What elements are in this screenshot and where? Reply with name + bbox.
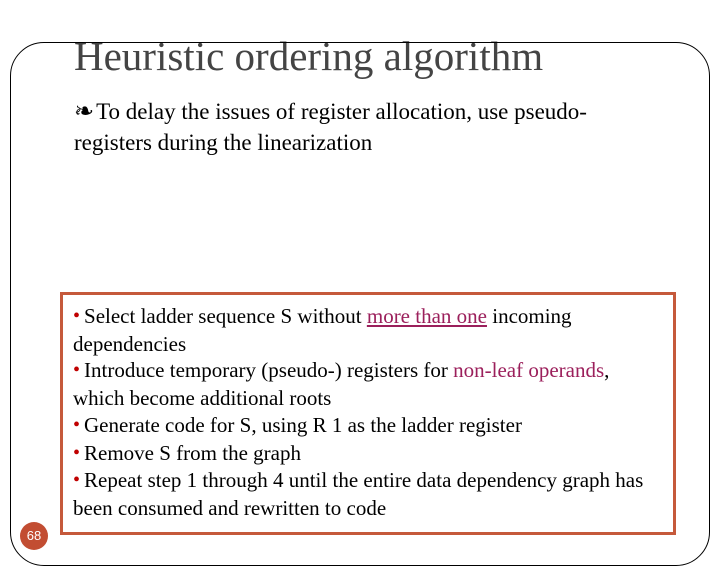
bullet-icon: • bbox=[73, 359, 80, 381]
slide-number-badge: 68 bbox=[20, 522, 48, 550]
step-2-prefix: Introduce temporary (pseudo-) registers … bbox=[84, 358, 453, 382]
step-5-text: Repeat step 1 through 4 until the entire… bbox=[73, 468, 643, 520]
bullet-icon: • bbox=[73, 469, 80, 491]
bullet-icon: • bbox=[73, 305, 80, 327]
step-1-prefix: Select ladder sequence S without bbox=[84, 304, 367, 328]
steps-box: •Select ladder sequence S without more t… bbox=[60, 292, 676, 535]
step-3-text: Generate code for S, using R 1 as the la… bbox=[84, 413, 522, 437]
step-4-text: Remove S from the graph bbox=[84, 441, 301, 465]
step-2-highlight: non-leaf operands bbox=[453, 358, 604, 382]
bullet-icon: • bbox=[73, 442, 80, 464]
step-1: •Select ladder sequence S without more t… bbox=[73, 303, 663, 357]
step-3: •Generate code for S, using R 1 as the l… bbox=[73, 412, 663, 440]
step-4: •Remove S from the graph bbox=[73, 440, 663, 468]
step-5: •Repeat step 1 through 4 until the entir… bbox=[73, 467, 663, 521]
step-1-highlight: more than one bbox=[367, 304, 487, 328]
bullet-icon: • bbox=[73, 414, 80, 436]
step-2: •Introduce temporary (pseudo-) registers… bbox=[73, 357, 663, 411]
